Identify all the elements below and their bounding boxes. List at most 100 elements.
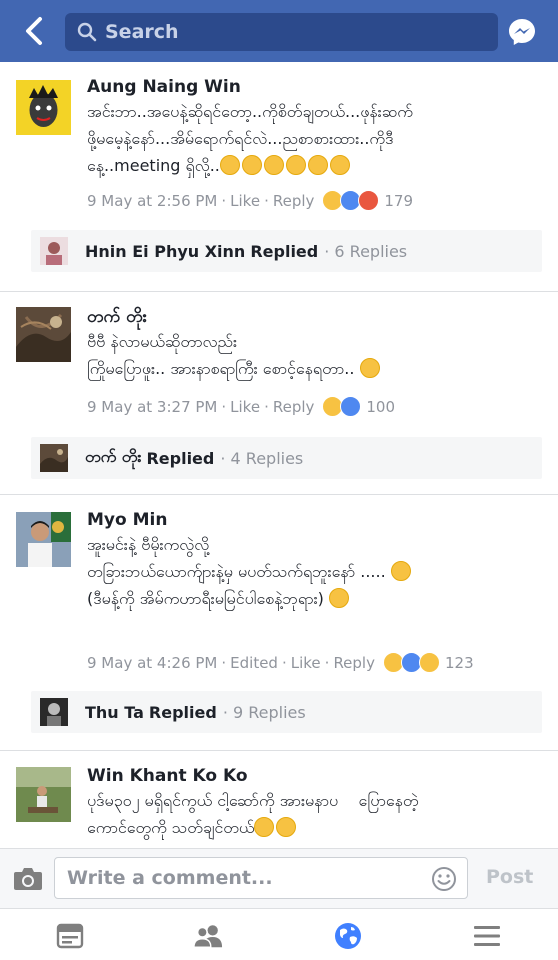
tears-of-joy-emoji-icon bbox=[329, 155, 350, 175]
sunglasses-emoji-icon bbox=[276, 817, 297, 837]
like-link[interactable]: Like bbox=[230, 192, 260, 210]
reply-count: · 6 Replies bbox=[324, 241, 408, 261]
tears-of-joy-emoji-icon bbox=[263, 155, 284, 175]
comment-line: (ဒီမန့်ကို အိမ်ကဟာရီးမမြင်ပါစေနဲ့ဘုရား) bbox=[87, 585, 547, 612]
comment-time[interactable]: 9 May at 2:56 PM bbox=[87, 192, 217, 210]
tears-of-joy-emoji-icon bbox=[307, 155, 328, 175]
bottom-nav bbox=[0, 908, 558, 960]
news-feed-tab[interactable] bbox=[55, 921, 85, 951]
camera-button[interactable] bbox=[13, 866, 43, 892]
reaction-count: 123 bbox=[444, 653, 474, 672]
globe-icon bbox=[335, 923, 361, 949]
reply-preview[interactable]: တက် တိုး Replied · 4 Replies bbox=[31, 437, 542, 479]
sunglasses-emoji-icon bbox=[254, 817, 275, 837]
comment-feed[interactable]: Aung Naing Win အင်းဘာ..အပေနဲ့ဆိုရင်တော့.… bbox=[0, 62, 558, 848]
menu-tab[interactable] bbox=[472, 921, 502, 951]
tears-of-joy-emoji-icon bbox=[359, 358, 380, 378]
search-icon bbox=[77, 22, 97, 42]
friends-icon bbox=[193, 925, 223, 948]
top-bar bbox=[0, 0, 558, 62]
back-button[interactable] bbox=[18, 15, 50, 47]
reply-preview[interactable]: Thu Ta Replied · 9 Replies bbox=[31, 691, 542, 733]
comment-author[interactable]: Win Khant Ko Ko bbox=[87, 765, 547, 787]
divider bbox=[0, 750, 558, 751]
grinning-emoji-icon bbox=[329, 588, 349, 608]
messenger-button[interactable] bbox=[507, 17, 537, 47]
reply-preview[interactable]: Hnin Ei Phyu Xinn Replied · 6 Replies bbox=[31, 230, 542, 272]
comment-line: အူးမင်းနဲ့ ဗီမိုးကလွဲလို့ bbox=[87, 535, 210, 554]
chevron-left-icon bbox=[26, 17, 42, 45]
avatar[interactable] bbox=[16, 512, 71, 567]
comment-line-text: နေ့..meeting ရှိလို့.. bbox=[87, 156, 220, 175]
avatar[interactable] bbox=[16, 767, 71, 822]
divider bbox=[0, 291, 558, 292]
replied-label: Replied bbox=[146, 448, 215, 468]
comment-author[interactable]: Aung Naing Win bbox=[87, 76, 547, 98]
grinning-emoji-icon bbox=[390, 561, 411, 581]
tears-of-joy-emoji-icon bbox=[285, 155, 306, 175]
like-reaction-icon bbox=[340, 396, 362, 417]
sad-reaction-icon bbox=[418, 652, 440, 673]
comment-time[interactable]: 9 May at 3:27 PM bbox=[87, 398, 217, 416]
reply-avatar bbox=[40, 237, 68, 265]
reply-link[interactable]: Reply bbox=[273, 398, 315, 416]
comment-composer: Post bbox=[0, 848, 558, 908]
replied-label: Replied bbox=[148, 702, 217, 722]
comment-line-text: တခြားဘယ်ယောက်ျားနဲ့မှ မပတ်သက်ရဘူးနော် ..… bbox=[87, 562, 386, 581]
reactions-summary[interactable]: 123 bbox=[382, 652, 474, 673]
like-link[interactable]: Like bbox=[291, 654, 321, 672]
comment-line: ပုဒ်မ၃၀၂ မရှိရင်ကွယ် ငါ့ဆော်ကို အားမနာပ … bbox=[87, 791, 419, 810]
comment-meta: 9 May at 4:26 PM · Edited · Like · Reply… bbox=[87, 652, 474, 673]
comment-author[interactable]: တက် တိုး bbox=[87, 306, 547, 328]
reply-avatar bbox=[40, 444, 68, 472]
reply-count: · 4 Replies bbox=[220, 448, 304, 468]
reactions-summary[interactable]: 179 bbox=[322, 190, 413, 211]
reaction-count: 179 bbox=[384, 191, 414, 210]
edited-label[interactable]: Edited bbox=[230, 654, 278, 672]
comment-author[interactable]: Myo Min bbox=[87, 509, 547, 531]
camera-icon bbox=[14, 868, 42, 890]
comment-line-text: ကောင်တွေကို သတ်ချင်တယ် bbox=[87, 818, 255, 837]
reaction-count: 100 bbox=[366, 397, 396, 416]
comment-time[interactable]: 9 May at 4:26 PM bbox=[87, 654, 217, 672]
comment-line: ဗီဗီ နဲလာမယ်ဆိုတာလည်း bbox=[87, 332, 238, 351]
comment-line: ဖို့မမေ့နဲ့နော်...အိမ်ရောက်ရင်လဲ...ညစာစာ… bbox=[87, 129, 394, 148]
comment-line-text: ကြိုမပြောဖူး.. အားနာစရာကြီး စောင့်နေရတာ.… bbox=[87, 359, 355, 378]
smiley-icon bbox=[432, 867, 456, 891]
comment-line: ကြိုမပြောဖူး.. အားနာစရာကြီး စောင့်နေရတာ.… bbox=[87, 355, 547, 382]
angry-reaction-icon bbox=[358, 190, 380, 211]
reactions-summary[interactable]: 100 bbox=[322, 396, 395, 417]
post-button[interactable]: Post bbox=[486, 866, 533, 888]
comment-line-text: (ဒီမန့်ကို အိမ်ကဟာရီးမမြင်ပါစေနဲ့ဘုရား) bbox=[87, 589, 324, 608]
menu-icon bbox=[474, 926, 500, 946]
comment-meta: 9 May at 2:56 PM · Like · Reply 179 bbox=[87, 190, 414, 211]
friends-tab[interactable] bbox=[193, 921, 223, 951]
notifications-tab[interactable] bbox=[333, 921, 363, 951]
comment-line: အင်းဘာ..အပေနဲ့ဆိုရင်တော့..ကိုစိတ်ချတယ်..… bbox=[87, 102, 413, 121]
search-input[interactable] bbox=[105, 21, 485, 43]
search-bar[interactable] bbox=[65, 13, 498, 51]
reply-link[interactable]: Reply bbox=[333, 654, 375, 672]
reply-author: တက် တိုး bbox=[85, 447, 142, 466]
avatar[interactable] bbox=[16, 307, 71, 362]
comment-meta: 9 May at 3:27 PM · Like · Reply 100 bbox=[87, 396, 396, 417]
grinning-emoji-icon bbox=[241, 155, 262, 175]
reply-author: Hnin Ei Phyu Xinn bbox=[85, 241, 246, 261]
replied-label: Replied bbox=[250, 241, 319, 261]
reply-count: · 9 Replies bbox=[222, 702, 306, 722]
reply-avatar bbox=[40, 698, 68, 726]
grinning-emoji-icon bbox=[219, 155, 240, 175]
comment-input-box[interactable] bbox=[54, 857, 468, 899]
comment-line: နေ့..meeting ရှိလို့.. bbox=[87, 152, 547, 179]
comment-line: တခြားဘယ်ယောက်ျားနဲ့မှ မပတ်သက်ရဘူးနော် ..… bbox=[87, 558, 547, 585]
sticker-button[interactable] bbox=[431, 866, 457, 892]
comment-line: ကောင်တွေကို သတ်ချင်တယ် bbox=[87, 814, 547, 841]
comment-input[interactable] bbox=[67, 867, 427, 889]
news-feed-icon bbox=[56, 923, 84, 949]
reply-link[interactable]: Reply bbox=[273, 192, 315, 210]
messenger-icon bbox=[509, 19, 535, 45]
divider bbox=[0, 494, 558, 495]
like-link[interactable]: Like bbox=[230, 398, 260, 416]
avatar[interactable] bbox=[16, 80, 71, 135]
reply-author: Thu Ta bbox=[85, 702, 144, 722]
